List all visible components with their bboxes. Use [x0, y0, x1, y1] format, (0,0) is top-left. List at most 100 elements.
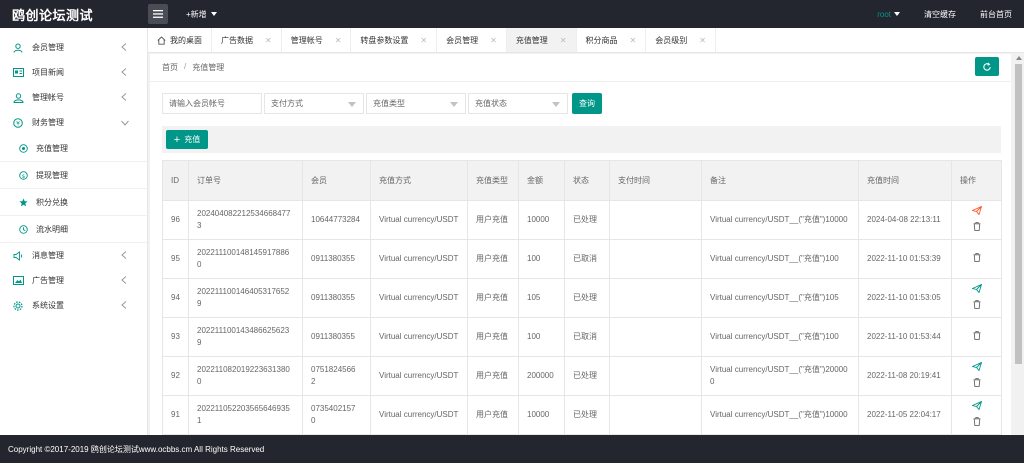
tab-points-goods[interactable]: 积分商品 ✕: [577, 28, 647, 52]
tab-label: 广告数据: [221, 35, 253, 45]
cell-order: 202211082019223631380 0: [188, 356, 303, 396]
close-icon[interactable]: ✕: [630, 36, 637, 45]
tab-recharge[interactable]: 充值管理 ✕: [506, 28, 577, 52]
select-label: 支付方式: [271, 99, 303, 108]
send-icon[interactable]: [970, 283, 982, 297]
column-header: 充值类型: [467, 160, 519, 201]
sidebar-item-settings[interactable]: 系统设置: [0, 293, 147, 318]
refresh-button[interactable]: [975, 57, 999, 76]
delete-icon[interactable]: [973, 416, 981, 430]
tab-desktop[interactable]: 我的桌面: [148, 28, 212, 52]
sidebar-sub-points[interactable]: 积分兑换: [0, 189, 147, 216]
table-row: 94 202211100146405317652 9 0911380355 Virtu…: [162, 278, 1002, 318]
cell-method: Virtual currency/USDT: [370, 356, 468, 396]
svg-text:¥: ¥: [16, 120, 20, 127]
tab-members[interactable]: 会员管理 ✕: [437, 28, 507, 52]
delete-icon[interactable]: [973, 330, 981, 344]
select-label: 充值状态: [475, 99, 507, 108]
chevron-left-icon: [121, 251, 127, 261]
delete-icon[interactable]: [973, 299, 981, 313]
vertical-scrollbar[interactable]: [1013, 54, 1024, 435]
star-icon: [18, 197, 28, 207]
sidebar-item-messages[interactable]: 消息管理: [0, 243, 147, 268]
tab-label: 会员管理: [446, 35, 479, 45]
cell-type: 用户充值: [467, 278, 519, 318]
home-icon: [157, 35, 166, 45]
breadcrumb-home[interactable]: 首页: [162, 62, 178, 73]
close-icon[interactable]: ✕: [335, 36, 342, 45]
app-logo[interactable]: 鸥创论坛测试: [0, 5, 148, 24]
delete-icon[interactable]: [973, 377, 981, 391]
sidebar-sub-flow[interactable]: 流水明细: [0, 216, 147, 243]
cell-remark: Virtual currency/USDT__("充值")10000: [701, 395, 859, 435]
pay-method-select[interactable]: 支付方式: [264, 93, 364, 114]
caret-down-icon: [210, 12, 217, 16]
send-icon[interactable]: [970, 400, 982, 414]
close-icon[interactable]: ✕: [560, 36, 567, 45]
frontend-home-link[interactable]: 前台首页: [968, 9, 1024, 20]
chevron-left-icon: [121, 93, 127, 103]
sidebar-item-label: 会员管理: [32, 43, 64, 52]
sidebar-item-label: 管理帐号: [32, 93, 64, 102]
sidebar-item-members[interactable]: 会员管理: [0, 35, 147, 60]
column-header: ID: [162, 160, 189, 201]
news-icon: [12, 67, 24, 79]
sidebar-item-label: 项目新闻: [32, 68, 64, 77]
send-icon[interactable]: [970, 205, 982, 219]
tab-member-levels[interactable]: 会员级别 ✕: [646, 28, 716, 52]
sidebar-item-news[interactable]: 项目新闻: [0, 60, 147, 85]
sidebar-item-ads[interactable]: 广告管理: [0, 268, 147, 293]
scrollbar-thumb[interactable]: [1015, 64, 1022, 364]
close-icon[interactable]: ✕: [420, 36, 427, 45]
table-row: 91 202211052203565646935 1 0735402157 0 Vir…: [162, 395, 1002, 435]
copyright-text: Copyright ©2017-2019 鸥创论坛测试www.ocbbs.cm …: [8, 444, 265, 454]
close-icon[interactable]: ✕: [490, 36, 497, 45]
column-header: 备注: [701, 160, 859, 201]
close-icon[interactable]: ✕: [265, 36, 272, 45]
add-new-menu[interactable]: +新增: [186, 9, 217, 20]
query-button[interactable]: 查询: [572, 93, 602, 114]
content-panel: 首页 / 充值管理 支付方式 充值类型 充值状态 查询: [150, 54, 1011, 435]
cell-pay-time: [609, 278, 702, 318]
cell-amount: 100: [518, 317, 565, 357]
recharge-type-select[interactable]: 充值类型: [366, 93, 466, 114]
column-header: 金额: [518, 160, 565, 201]
cell-order: 202211052203565646935 1: [188, 395, 303, 435]
sidebar-item-admins[interactable]: 管理帐号: [0, 85, 147, 110]
cell-order: 202211100148145917886 0: [188, 239, 303, 279]
scroll-up-icon[interactable]: [1016, 56, 1022, 60]
sidebar-sub-label: 充值管理: [36, 143, 68, 153]
tab-wheel-settings[interactable]: 转盘参数设置 ✕: [351, 28, 438, 52]
send-icon[interactable]: [970, 361, 982, 375]
tab-bar: 我的桌面 广告数据 ✕ 管理帐号 ✕ 转盘参数设置 ✕ 会员管理 ✕ 充值管理 ✕ 积分商…: [148, 28, 1024, 53]
add-recharge-button[interactable]: + 充值: [166, 130, 208, 149]
sidebar-sub-withdraw[interactable]: $ 提现管理: [0, 162, 147, 189]
tab-label: 转盘参数设置: [360, 35, 409, 45]
menu-toggle-button[interactable]: [148, 4, 168, 24]
tab-admin-accounts[interactable]: 管理帐号 ✕: [282, 28, 352, 52]
column-header: 会员: [302, 160, 371, 201]
cell-actions: [951, 395, 1002, 435]
sidebar-item-label: 消息管理: [32, 251, 64, 260]
cell-time: 2022-11-05 22:04:17: [858, 395, 952, 435]
delete-icon[interactable]: [973, 221, 981, 235]
member-search-input[interactable]: [162, 93, 262, 114]
cell-member: 0751824566 2: [302, 356, 371, 396]
sidebar-item-finance[interactable]: ¥ 财务管理: [0, 110, 147, 135]
clear-cache-link[interactable]: 清空缓存: [912, 9, 968, 20]
column-header: 支付时间: [609, 160, 702, 201]
tab-ad-data[interactable]: 广告数据 ✕: [212, 28, 282, 52]
menu-icon: [153, 10, 163, 18]
cell-amount: 100: [518, 239, 565, 279]
chevron-left-icon: [121, 276, 127, 286]
recharge-status-select[interactable]: 充值状态: [468, 93, 568, 114]
select-label: 充值类型: [373, 99, 405, 108]
table-header-row: ID 订单号 会员 充值方式 充值类型 金额 状态 支付时间 备注 充值时间 操…: [162, 160, 1002, 201]
cell-actions: [951, 239, 1002, 279]
delete-icon[interactable]: [973, 252, 981, 266]
user-menu[interactable]: root: [865, 10, 912, 19]
close-icon[interactable]: ✕: [699, 36, 706, 45]
cell-status: 已处理: [564, 278, 610, 318]
sidebar-sub-recharge[interactable]: 充值管理: [0, 135, 147, 162]
table-row: 96 202404082212534668477 3 10644773284 Virt…: [162, 200, 1002, 240]
